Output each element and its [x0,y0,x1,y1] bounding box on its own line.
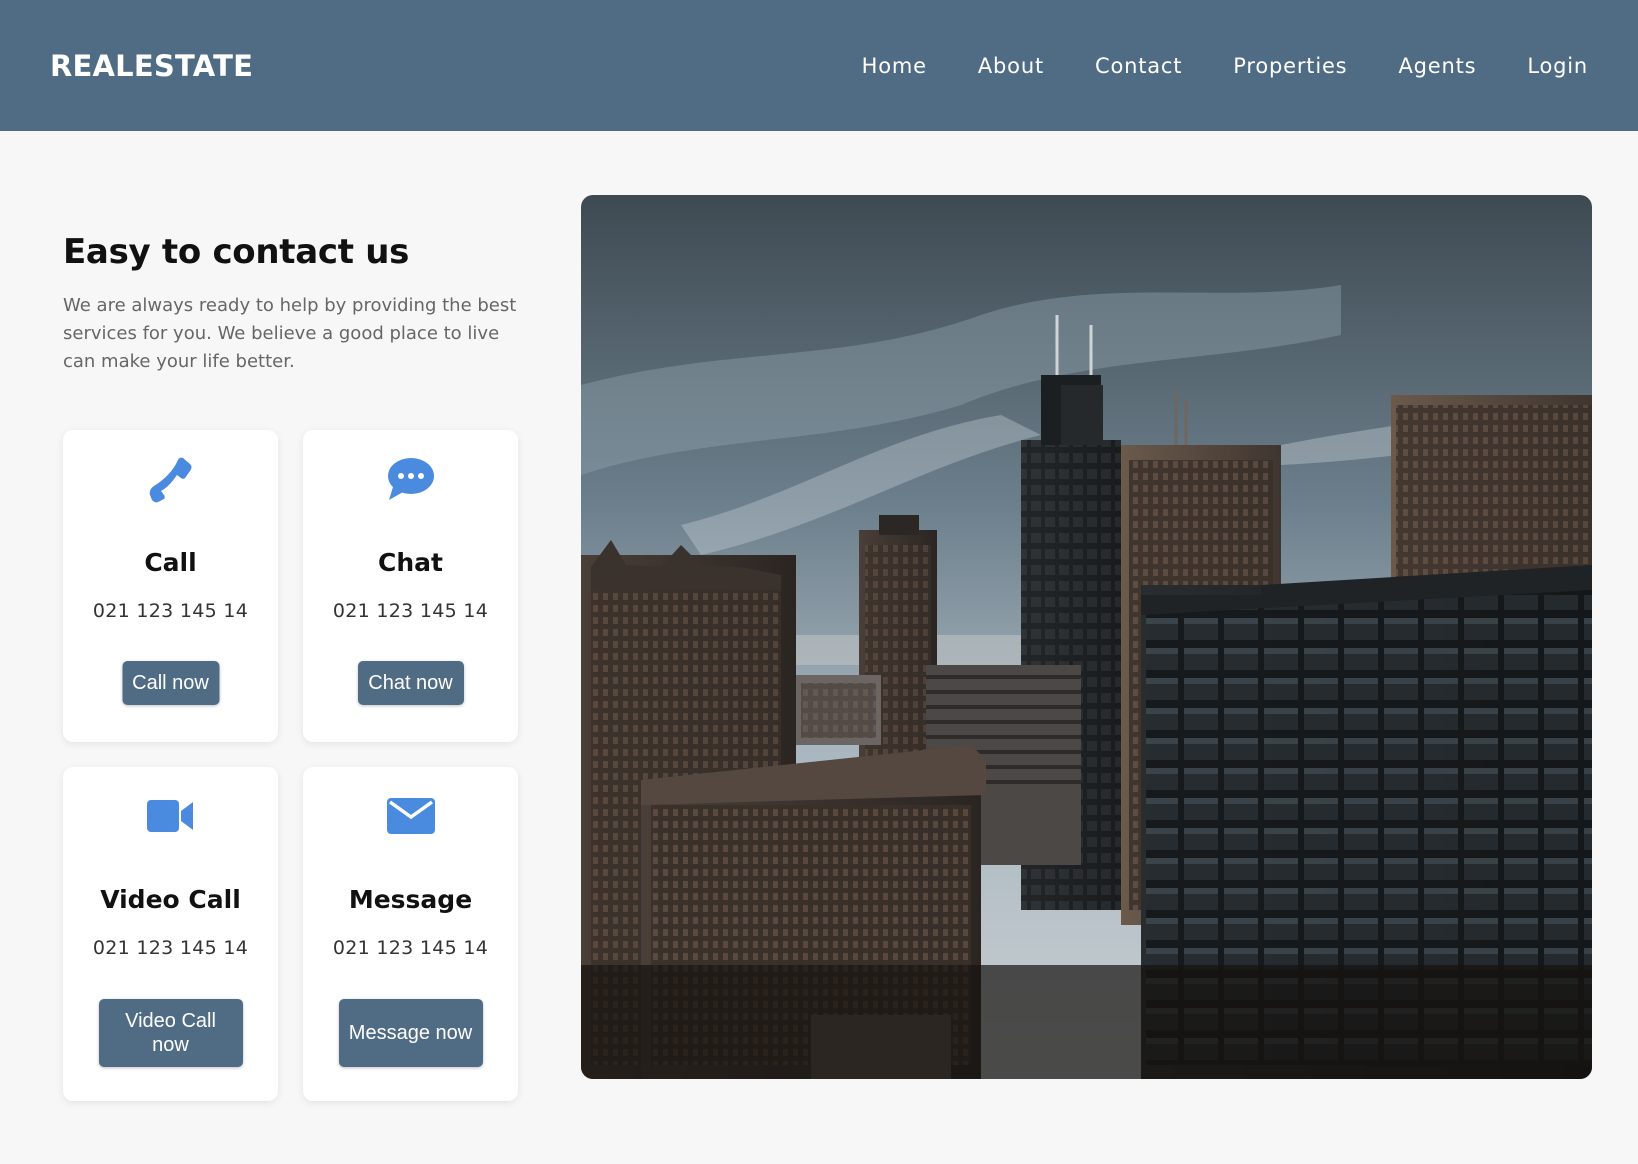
main-nav: Home About Contact Properties Agents Log… [811,54,1588,78]
chat-now-button[interactable]: Chat now [357,661,464,705]
card-title: Call [144,548,197,577]
call-now-button[interactable]: Call now [122,661,219,705]
nav-link-contact[interactable]: Contact [1095,54,1182,78]
card-phone-number: 021 123 145 14 [92,937,249,959]
video-camera-icon [146,791,196,841]
video-call-now-button[interactable]: Video Call now [98,999,243,1067]
card-title: Chat [378,548,443,577]
nav-link-home[interactable]: Home [862,54,927,78]
contact-intro: Easy to contact us We are always ready t… [63,232,523,376]
card-title: Video Call [100,885,241,914]
envelope-icon [386,791,436,841]
phone-icon [146,454,196,504]
card-title: Message [348,885,473,914]
city-skyline-photo [581,195,1592,1079]
contact-description: We are always ready to help by providing… [63,295,517,372]
contact-card-message: Message 021 123 145 14 Message now [303,767,518,1101]
card-phone-number: 021 123 145 14 [92,600,249,622]
contact-card-call: Call 021 123 145 14 Call now [63,430,278,742]
chat-bubble-icon [386,454,436,504]
contact-card-chat: Chat 021 123 145 14 Chat now [303,430,518,742]
nav-link-login[interactable]: Login [1527,54,1588,78]
card-phone-number: 021 123 145 14 [332,937,489,959]
card-phone-number: 021 123 145 14 [332,600,489,622]
message-now-button[interactable]: Message now [338,999,483,1067]
nav-link-about[interactable]: About [978,54,1044,78]
site-logo[interactable]: REALESTATE [50,49,253,83]
contact-card-video-call: Video Call 021 123 145 14 Video Call now [63,767,278,1101]
contact-title: Easy to contact us [63,232,410,272]
nav-link-agents[interactable]: Agents [1398,54,1476,78]
top-navbar: REALESTATE Home About Contact Properties… [0,0,1638,131]
nav-link-properties[interactable]: Properties [1233,54,1347,78]
